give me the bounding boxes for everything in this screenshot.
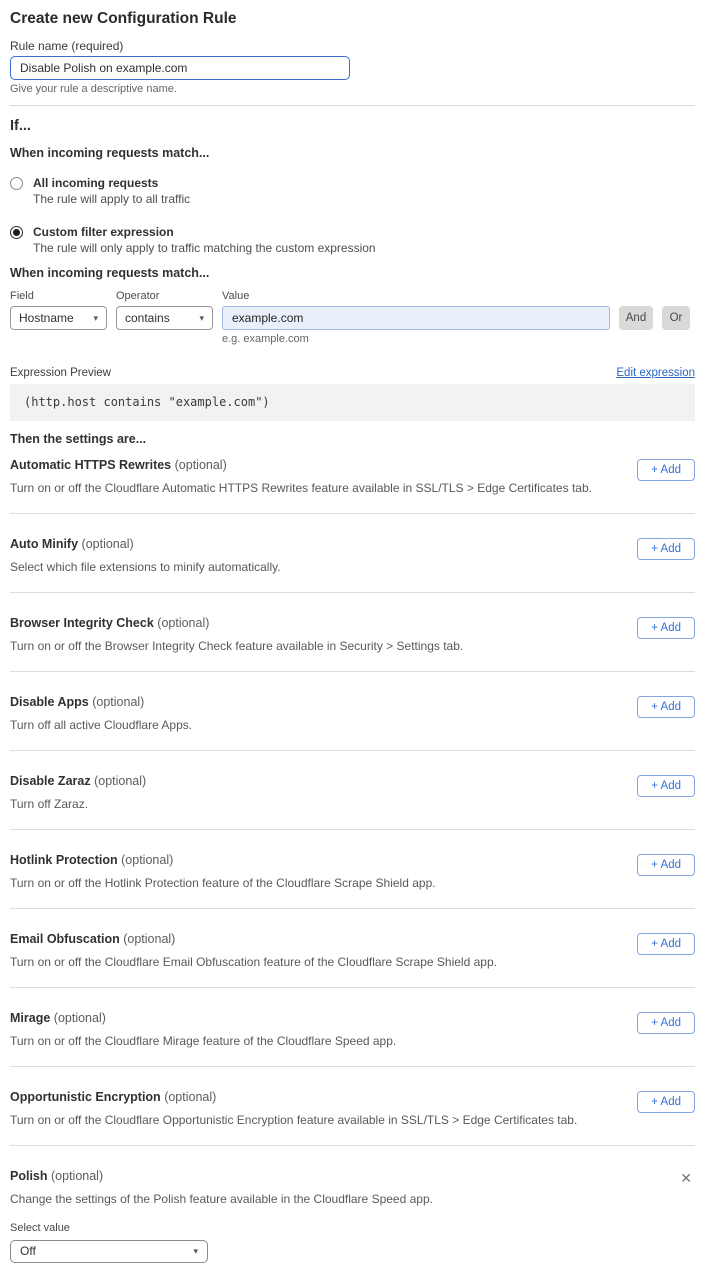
operator-select-value: contains: [125, 311, 170, 325]
radio-all-incoming-requests[interactable]: All incoming requests The rule will appl…: [10, 176, 695, 206]
or-button[interactable]: Or: [662, 306, 690, 330]
optional-label: (optional): [51, 1169, 103, 1183]
radio-description: The rule will apply to all traffic: [33, 192, 190, 206]
setting-description: Turn off all active Cloudflare Apps.: [10, 719, 192, 732]
radio-label: All incoming requests: [33, 176, 190, 190]
rule-name-input[interactable]: [10, 56, 350, 80]
polish-value-select[interactable]: Off ▾: [10, 1240, 208, 1263]
chevron-down-icon: ▾: [193, 1247, 198, 1256]
setting-description: Change the settings of the Polish featur…: [10, 1193, 433, 1206]
add-opportunistic-encryption-button[interactable]: + Add: [637, 1091, 695, 1113]
then-settings-heading: Then the settings are...: [10, 432, 695, 447]
polish-select-label: Select value: [10, 1222, 433, 1235]
if-heading: If...: [10, 118, 695, 135]
setting-name: Polish: [10, 1169, 48, 1183]
close-icon[interactable]: ✕: [677, 1171, 695, 1185]
divider: [10, 105, 695, 106]
setting-description: Select which file extensions to minify a…: [10, 561, 281, 574]
setting-name: Auto Minify: [10, 537, 78, 551]
setting-name: Browser Integrity Check: [10, 616, 154, 630]
edit-expression-link[interactable]: Edit expression: [616, 366, 695, 380]
setting-name: Disable Zaraz: [10, 774, 91, 788]
setting-name: Opportunistic Encryption: [10, 1090, 161, 1104]
setting-description: Turn on or off the Cloudflare Automatic …: [10, 482, 592, 495]
setting-row-mirage: Mirage (optional) Turn on or off the Clo…: [10, 988, 695, 1067]
rule-name-helper: Give your rule a descriptive name.: [10, 83, 695, 96]
setting-name: Hotlink Protection: [10, 853, 118, 867]
optional-label: (optional): [121, 853, 173, 867]
setting-name: Email Obfuscation: [10, 932, 120, 946]
radio-button-icon[interactable]: [10, 177, 23, 190]
setting-description: Turn on or off the Cloudflare Opportunis…: [10, 1114, 577, 1127]
optional-label: (optional): [54, 1011, 106, 1025]
chevron-down-icon: ▾: [93, 314, 98, 323]
radio-label: Custom filter expression: [33, 225, 376, 239]
add-hotlink-protection-button[interactable]: + Add: [637, 854, 695, 876]
expression-preview-header: Expression Preview Edit expression: [10, 366, 695, 380]
field-select-value: Hostname: [19, 311, 74, 325]
expression-preview-label: Expression Preview: [10, 366, 111, 380]
add-automatic-https-rewrites-button[interactable]: + Add: [637, 459, 695, 481]
setting-description: Turn on or off the Cloudflare Email Obfu…: [10, 956, 497, 969]
add-email-obfuscation-button[interactable]: + Add: [637, 933, 695, 955]
optional-label: (optional): [94, 774, 146, 788]
radio-description: The rule will only apply to traffic matc…: [33, 241, 376, 255]
add-mirage-button[interactable]: + Add: [637, 1012, 695, 1034]
operator-select[interactable]: contains ▾: [116, 306, 213, 330]
operator-label: Operator: [116, 290, 213, 303]
add-disable-zaraz-button[interactable]: + Add: [637, 775, 695, 797]
expression-builder-row: Hostname ▾ contains ▾ And Or: [10, 306, 695, 330]
polish-select-value: Off: [20, 1244, 36, 1258]
chevron-down-icon: ▾: [199, 314, 204, 323]
configuration-rule-form: Create new Configuration Rule Rule name …: [0, 0, 705, 1271]
setting-row-disable-zaraz: Disable Zaraz (optional) Turn off Zaraz.…: [10, 751, 695, 830]
add-browser-integrity-check-button[interactable]: + Add: [637, 617, 695, 639]
setting-description: Turn off Zaraz.: [10, 798, 146, 811]
add-auto-minify-button[interactable]: + Add: [637, 538, 695, 560]
setting-row-disable-apps: Disable Apps (optional) Turn off all act…: [10, 672, 695, 751]
setting-description: Turn on or off the Cloudflare Mirage fea…: [10, 1035, 396, 1048]
value-hint: e.g. example.com: [222, 333, 610, 346]
setting-row-polish: Polish (optional) Change the settings of…: [10, 1146, 695, 1271]
optional-label: (optional): [123, 932, 175, 946]
setting-row-opportunistic-encryption: Opportunistic Encryption (optional) Turn…: [10, 1067, 695, 1146]
expression-preview-code: (http.host contains "example.com"): [10, 384, 695, 421]
optional-label: (optional): [157, 616, 209, 630]
expression-builder-heading: When incoming requests match...: [10, 266, 695, 281]
setting-name: Disable Apps: [10, 695, 89, 709]
setting-name: Mirage: [10, 1011, 50, 1025]
setting-row-hotlink-protection: Hotlink Protection (optional) Turn on or…: [10, 830, 695, 909]
add-disable-apps-button[interactable]: + Add: [637, 696, 695, 718]
value-label: Value: [222, 290, 610, 303]
radio-custom-filter-expression[interactable]: Custom filter expression The rule will o…: [10, 225, 695, 255]
value-input[interactable]: [222, 306, 610, 330]
optional-label: (optional): [164, 1090, 216, 1104]
setting-row-browser-integrity-check: Browser Integrity Check (optional) Turn …: [10, 593, 695, 672]
optional-label: (optional): [82, 537, 134, 551]
and-button[interactable]: And: [619, 306, 653, 330]
optional-label: (optional): [175, 458, 227, 472]
incoming-requests-match-heading: When incoming requests match...: [10, 146, 695, 161]
setting-row-automatic-https-rewrites: Automatic HTTPS Rewrites (optional) Turn…: [10, 447, 695, 514]
setting-row-email-obfuscation: Email Obfuscation (optional) Turn on or …: [10, 909, 695, 988]
field-select[interactable]: Hostname ▾: [10, 306, 107, 330]
setting-name: Automatic HTTPS Rewrites: [10, 458, 171, 472]
page-title: Create new Configuration Rule: [10, 10, 695, 29]
setting-row-auto-minify: Auto Minify (optional) Select which file…: [10, 514, 695, 593]
optional-label: (optional): [92, 695, 144, 709]
rule-name-label: Rule name (required): [10, 39, 695, 53]
setting-description: Turn on or off the Browser Integrity Che…: [10, 640, 463, 653]
radio-button-selected-icon[interactable]: [10, 226, 23, 239]
field-label: Field: [10, 290, 107, 303]
setting-description: Turn on or off the Hotlink Protection fe…: [10, 877, 436, 890]
expression-builder-labels: Field Operator Value: [10, 290, 695, 303]
